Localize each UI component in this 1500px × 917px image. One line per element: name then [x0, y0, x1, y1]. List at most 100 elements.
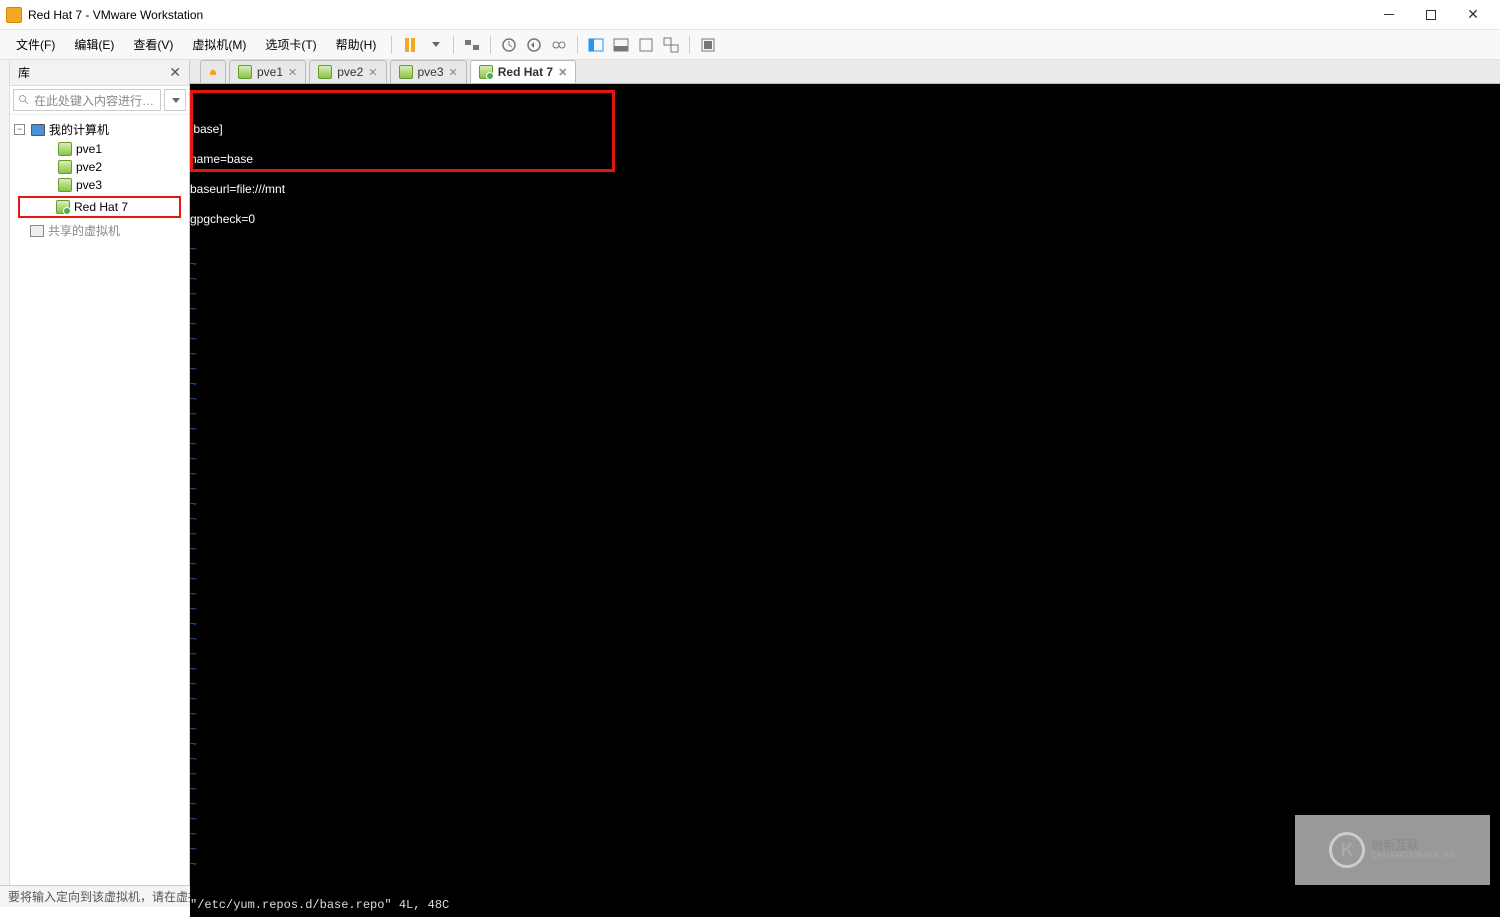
snapshot-take-button[interactable] [498, 34, 520, 56]
tab-pve1[interactable]: pve1 ✕ [229, 60, 306, 83]
shared-icon [30, 225, 44, 237]
vm-icon [318, 65, 332, 79]
tab-label: Red Hat 7 [498, 65, 553, 79]
vim-tilde: ~ [190, 482, 1500, 497]
watermark: K 创新互联 CHUANGXINHULIAN [1295, 815, 1490, 885]
vim-tilde: ~ [190, 302, 1500, 317]
tree-shared-vms[interactable]: 共享的虚拟机 [10, 220, 189, 241]
fullscreen-button[interactable] [635, 34, 657, 56]
tabbar: pve1 ✕ pve2 ✕ pve3 ✕ Red Hat 7 ✕ [190, 60, 1500, 84]
tab-redhat7[interactable]: Red Hat 7 ✕ [470, 60, 577, 83]
window-controls: ✕ [1368, 1, 1494, 29]
send-ctrl-alt-del-button[interactable] [461, 34, 483, 56]
snapshot-manager-button[interactable] [548, 34, 570, 56]
highlight-box: Red Hat 7 [18, 196, 181, 218]
menu-vm[interactable]: 虚拟机(M) [184, 32, 254, 57]
menu-file[interactable]: 文件(F) [8, 32, 63, 57]
vm-console[interactable]: [base] name=base baseurl=file:///mnt gpg… [190, 84, 1500, 917]
vim-tilde: ~ [190, 242, 1500, 257]
tab-pve3[interactable]: pve3 ✕ [390, 60, 467, 83]
left-gutter [0, 60, 10, 885]
vim-tilde: ~ [190, 437, 1500, 452]
tree-item-pve1[interactable]: pve1 [10, 140, 189, 158]
library-title: 库 [18, 64, 30, 81]
watermark-logo-icon: K [1329, 832, 1365, 868]
tab-close-icon[interactable]: ✕ [368, 66, 377, 79]
tree-root-my-computer[interactable]: − 我的计算机 [10, 119, 189, 140]
search-filter-dropdown[interactable] [164, 89, 186, 111]
vim-tilde: ~ [190, 287, 1500, 302]
show-thumbnail-button[interactable] [610, 34, 632, 56]
console-view-button[interactable] [697, 34, 719, 56]
tree-item-pve3[interactable]: pve3 [10, 176, 189, 194]
terminal-line: gpgcheck=0 [190, 212, 1500, 227]
menu-view[interactable]: 查看(V) [125, 32, 181, 57]
menu-help[interactable]: 帮助(H) [328, 32, 385, 57]
minimize-button[interactable] [1368, 1, 1410, 29]
vim-tilde: ~ [190, 347, 1500, 362]
tab-close-icon[interactable]: ✕ [288, 66, 297, 79]
vim-status-line: "/etc/yum.repos.d/base.repo" 4L, 48C [190, 898, 449, 913]
main-area: pve1 ✕ pve2 ✕ pve3 ✕ Red Hat 7 ✕ [base] … [190, 60, 1500, 885]
home-icon [209, 65, 217, 79]
show-sidebar-button[interactable] [585, 34, 607, 56]
vim-tilde: ~ [190, 572, 1500, 587]
vm-icon [58, 160, 72, 174]
home-tab[interactable] [200, 60, 226, 83]
vim-tilde: ~ [190, 257, 1500, 272]
power-dropdown[interactable] [424, 34, 446, 56]
collapse-icon[interactable]: − [14, 124, 25, 135]
vim-tilde: ~ [190, 767, 1500, 782]
vim-tilde: ~ [190, 752, 1500, 767]
sidebar: 库 ✕ 在此处键入内容进行… − 我的计算机 pve1 pve2 [10, 60, 190, 885]
menubar: 文件(F) 编辑(E) 查看(V) 虚拟机(M) 选项卡(T) 帮助(H) [0, 30, 1500, 60]
highlight-box [190, 90, 615, 172]
snapshot-revert-button[interactable] [523, 34, 545, 56]
menu-edit[interactable]: 编辑(E) [66, 32, 122, 57]
library-search-input[interactable]: 在此处键入内容进行… [13, 89, 161, 111]
unity-button[interactable] [660, 34, 682, 56]
vim-tilde: ~ [190, 782, 1500, 797]
vim-tilde: ~ [190, 707, 1500, 722]
vim-tilde: ~ [190, 557, 1500, 572]
vm-icon [399, 65, 413, 79]
tree-item-pve2[interactable]: pve2 [10, 158, 189, 176]
library-close-button[interactable]: ✕ [169, 64, 181, 81]
vim-tilde: ~ [190, 407, 1500, 422]
vm-running-icon [56, 200, 70, 214]
pause-button[interactable] [399, 34, 421, 56]
vim-tilde: ~ [190, 647, 1500, 662]
menu-tabs[interactable]: 选项卡(T) [257, 32, 324, 57]
vim-tilde: ~ [190, 677, 1500, 692]
vim-tilde: ~ [190, 362, 1500, 377]
vim-tilde: ~ [190, 797, 1500, 812]
vm-tree: − 我的计算机 pve1 pve2 pve3 Red Hat 7 [10, 115, 189, 245]
maximize-button[interactable] [1410, 1, 1452, 29]
tree-item-label: pve3 [76, 178, 102, 192]
tree-item-redhat7[interactable]: Red Hat 7 [20, 198, 179, 216]
library-header: 库 ✕ [10, 60, 189, 86]
tab-label: pve2 [337, 65, 363, 79]
vim-tilde: ~ [190, 542, 1500, 557]
vm-icon [238, 65, 252, 79]
app-icon [6, 7, 22, 23]
tree-shared-label: 共享的虚拟机 [48, 222, 120, 239]
vim-tilde: ~ [190, 587, 1500, 602]
close-button[interactable]: ✕ [1452, 1, 1494, 29]
tab-close-icon[interactable]: ✕ [558, 66, 567, 79]
window-title: Red Hat 7 - VMware Workstation [28, 8, 1368, 22]
vim-tilde: ~ [190, 272, 1500, 287]
watermark-sub: CHUANGXINHULIAN [1371, 852, 1456, 861]
tab-close-icon[interactable]: ✕ [449, 66, 458, 79]
search-icon [18, 94, 30, 106]
vim-tilde: ~ [190, 467, 1500, 482]
tab-label: pve3 [418, 65, 444, 79]
vim-tilde: ~ [190, 527, 1500, 542]
vim-tilde: ~ [190, 737, 1500, 752]
tab-pve2[interactable]: pve2 ✕ [309, 60, 386, 83]
vim-tilde: ~ [190, 332, 1500, 347]
titlebar: Red Hat 7 - VMware Workstation ✕ [0, 0, 1500, 30]
search-placeholder: 在此处键入内容进行… [34, 92, 154, 109]
vim-tilde: ~ [190, 497, 1500, 512]
tree-root-label: 我的计算机 [49, 121, 109, 138]
